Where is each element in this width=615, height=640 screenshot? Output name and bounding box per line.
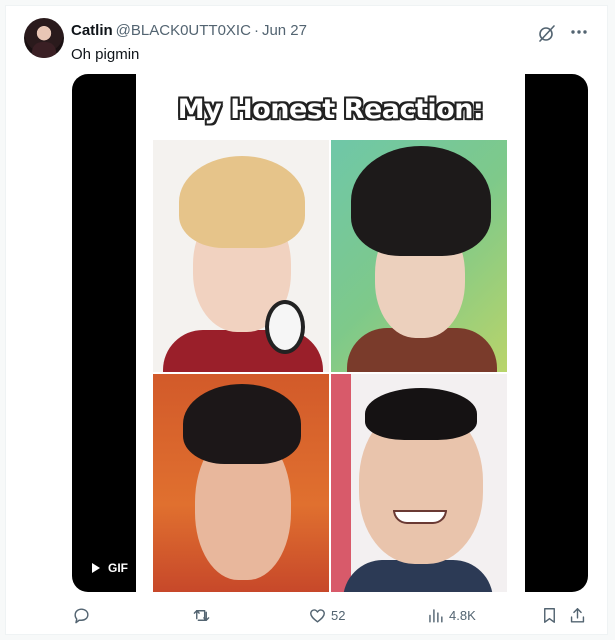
- reply-button[interactable]: [72, 604, 95, 626]
- gif-badge[interactable]: GIF: [84, 558, 134, 578]
- author-handle[interactable]: @BLACK0UTT0XIC: [116, 22, 251, 39]
- tweet-text: Oh pigmin: [71, 46, 140, 63]
- separator-dot: ·: [253, 22, 259, 39]
- bookmark-button[interactable]: [540, 604, 559, 626]
- meme-title: My Honest Reaction:: [177, 94, 484, 125]
- meme-panel-top-right: [331, 140, 507, 372]
- share-icon: [570, 607, 585, 623]
- play-icon[interactable]: [88, 561, 102, 575]
- share-button[interactable]: [568, 604, 587, 626]
- retweet-button[interactable]: [192, 604, 215, 626]
- grok-icon[interactable]: [537, 23, 557, 43]
- like-count: 52: [331, 607, 346, 623]
- gif-label: GIF: [108, 561, 128, 575]
- views-button[interactable]: 4.8K: [426, 604, 476, 626]
- avatar[interactable]: [24, 18, 64, 58]
- retweet-icon: [193, 609, 210, 621]
- like-button[interactable]: 52: [308, 604, 345, 626]
- views-icon: [429, 608, 443, 623]
- action-bar: 52 4.8K: [68, 604, 596, 626]
- heart-icon: [310, 608, 325, 623]
- gif-media[interactable]: My Honest Reaction: GIF: [72, 74, 588, 592]
- tweet-date[interactable]: Jun 27: [262, 22, 307, 39]
- bookmark-icon: [544, 607, 555, 623]
- meme-panel-bottom-left: [153, 374, 329, 592]
- reply-icon: [74, 607, 89, 623]
- author-name[interactable]: Catlin: [71, 22, 113, 39]
- tweet-header: Catlin @BLACK0UTT0XIC · Jun 27: [71, 21, 307, 41]
- tweet-card[interactable]: Catlin @BLACK0UTT0XIC · Jun 27 Oh pigmin My…: [5, 5, 608, 635]
- gif-image: My Honest Reaction:: [136, 74, 525, 592]
- meme-panel-top-left: [153, 140, 329, 372]
- more-icon[interactable]: [568, 22, 590, 42]
- meme-panel-bottom-right: [331, 374, 507, 592]
- views-count: 4.8K: [449, 607, 476, 623]
